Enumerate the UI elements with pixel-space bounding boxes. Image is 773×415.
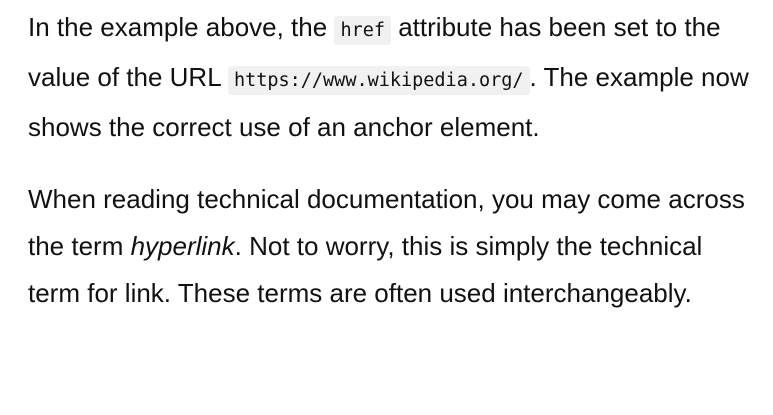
article-body: In the example above, the href attribute…	[0, 0, 773, 317]
paragraph-href-explanation: In the example above, the href attribute…	[28, 4, 759, 151]
paragraph-text: In the example above, the	[28, 12, 335, 42]
inline-code-url: https://www.wikipedia.org/	[227, 66, 530, 95]
emphasized-term: hyperlink	[130, 231, 235, 261]
paragraph-hyperlink-term: When reading technical documentation, yo…	[28, 176, 759, 317]
inline-code-href: href	[334, 16, 391, 45]
